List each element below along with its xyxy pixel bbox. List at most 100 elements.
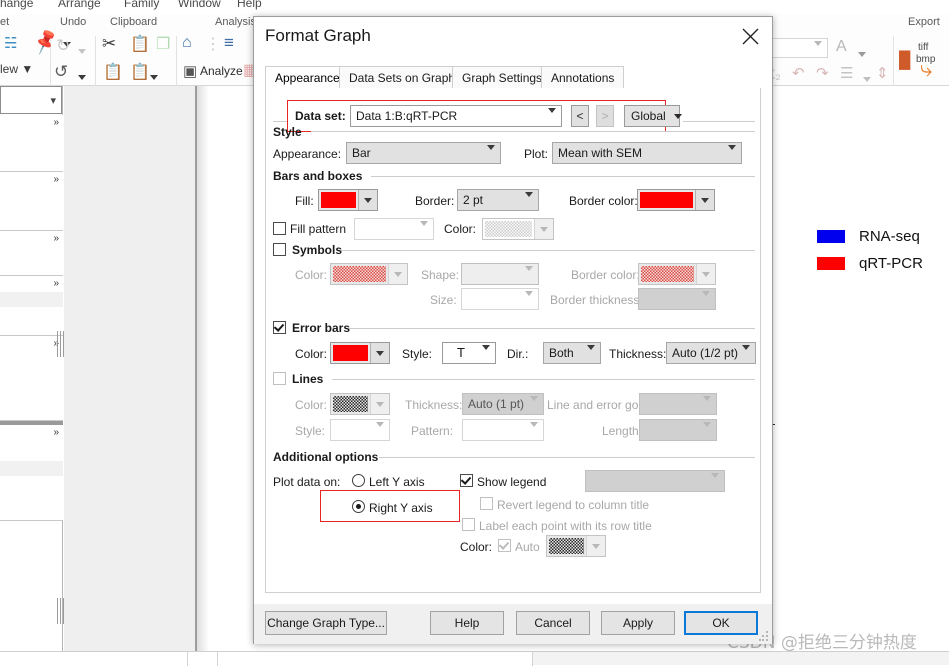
expand-chevron-icon[interactable]: » bbox=[53, 233, 59, 244]
error-bars-style-combo[interactable]: T bbox=[442, 342, 496, 364]
interpolate-icon[interactable]: ⌂ bbox=[182, 34, 192, 52]
error-bars-checkbox[interactable] bbox=[273, 321, 286, 334]
auto-color-button[interactable] bbox=[546, 535, 606, 557]
fill-pattern-checkbox[interactable] bbox=[273, 222, 286, 235]
error-bars-color-button[interactable] bbox=[330, 342, 390, 364]
cut-icon[interactable]: ✂ bbox=[102, 34, 116, 54]
paste-icon[interactable]: 📋 bbox=[103, 62, 123, 82]
lines-thickness-combo[interactable]: Auto (1 pt) bbox=[462, 393, 544, 415]
tab-annotations[interactable]: Annotations bbox=[541, 66, 625, 88]
change-graph-type-button[interactable]: Change Graph Type... bbox=[265, 611, 387, 635]
border-width-combo[interactable]: 2 pt bbox=[457, 189, 539, 211]
navigator-section-data-tables[interactable]: » bbox=[0, 115, 63, 172]
paste-special-icon[interactable]: 📋 bbox=[130, 62, 150, 82]
undo-icon[interactable]: ↺ bbox=[54, 62, 68, 82]
symbols-size-combo[interactable] bbox=[461, 288, 539, 310]
navigator-section-results[interactable]: » bbox=[0, 231, 63, 276]
navigator-selected-row[interactable] bbox=[0, 461, 63, 476]
cancel-button[interactable]: Cancel bbox=[516, 611, 590, 635]
lines-style-combo[interactable] bbox=[330, 419, 390, 441]
export-arrow-icon[interactable]: ⤷ bbox=[920, 56, 932, 82]
symbols-border-color-button[interactable] bbox=[638, 263, 716, 285]
legend-item[interactable]: qRT-PCR bbox=[817, 255, 923, 272]
dataset-next-button[interactable]: > bbox=[596, 105, 614, 127]
menu-item-arrange[interactable]: Arrange bbox=[58, 0, 101, 10]
lines-pattern-combo[interactable] bbox=[462, 419, 544, 441]
ok-button[interactable]: OK bbox=[684, 611, 758, 635]
symbols-color-button[interactable] bbox=[330, 263, 408, 285]
lines-color-button[interactable] bbox=[330, 393, 390, 415]
legend-item[interactable]: RNA-seq bbox=[817, 228, 923, 245]
error-bars-dir-combo[interactable]: Both bbox=[543, 342, 601, 364]
expand-chevron-icon[interactable]: » bbox=[53, 117, 59, 128]
font-color-icon[interactable]: A bbox=[836, 38, 847, 56]
lines-checkbox[interactable] bbox=[273, 372, 286, 385]
show-legend-checkbox[interactable] bbox=[460, 474, 473, 487]
expand-chevron-icon[interactable]: » bbox=[53, 427, 59, 438]
navigator-section-graphs[interactable]: » bbox=[0, 276, 63, 336]
expand-chevron-icon[interactable]: » bbox=[53, 174, 59, 185]
export-chart-icon[interactable]: █ bbox=[899, 52, 910, 70]
menu-item-family[interactable]: Family bbox=[124, 0, 159, 10]
navigator-selected-row[interactable] bbox=[0, 292, 63, 307]
left-y-axis-radio[interactable] bbox=[352, 474, 365, 487]
menu-item-change[interactable]: hange bbox=[0, 0, 33, 10]
symbols-shape-combo[interactable] bbox=[461, 263, 539, 285]
dataset-prev-button[interactable]: < bbox=[571, 105, 589, 127]
help-button[interactable]: Help bbox=[430, 611, 504, 635]
dataset-combo[interactable]: Data 1:B:qRT-PCR bbox=[350, 105, 562, 127]
tab-graph-settings[interactable]: Graph Settings bbox=[452, 66, 553, 88]
apply-button[interactable]: Apply bbox=[601, 611, 675, 635]
navigator-section-info[interactable]: » bbox=[0, 172, 63, 231]
graph-legend[interactable]: RNA-seq qRT-PCR bbox=[817, 228, 923, 282]
chevron-down-icon[interactable] bbox=[388, 264, 407, 284]
new-dropdown-label[interactable]: lew ▼ bbox=[0, 62, 33, 76]
dialog-title: Format Graph bbox=[265, 26, 371, 45]
legend-style-combo[interactable] bbox=[585, 470, 725, 492]
chevron-down-icon[interactable] bbox=[534, 219, 553, 239]
dialog-resize-grip[interactable] bbox=[759, 631, 769, 641]
close-icon[interactable] bbox=[728, 17, 772, 55]
font-color-chevron-icon[interactable] bbox=[858, 46, 866, 60]
error-bars-thickness-combo[interactable]: Auto (1/2 pt) bbox=[666, 342, 756, 364]
expand-chevron-icon[interactable]: » bbox=[53, 278, 59, 289]
menu-item-help[interactable]: Help bbox=[237, 0, 262, 10]
appearance-combo[interactable]: Bar bbox=[346, 142, 501, 164]
tab-data-sets-on-graph[interactable]: Data Sets on Graph bbox=[339, 66, 466, 88]
tab-appearance[interactable]: Appearance bbox=[265, 66, 350, 88]
analyze-button-label[interactable]: Analyze bbox=[200, 64, 243, 78]
dataset-scope-button[interactable]: Global bbox=[624, 105, 682, 127]
menu-item-window[interactable]: Window bbox=[178, 0, 221, 10]
paste-dropdown-chevron-icon[interactable] bbox=[150, 69, 158, 83]
border-color-button[interactable] bbox=[637, 189, 715, 211]
symbols-checkbox[interactable] bbox=[273, 243, 286, 256]
font-size-combo[interactable] bbox=[766, 38, 828, 60]
navigator-section-active[interactable]: » bbox=[0, 421, 63, 521]
line-and-error-go-combo[interactable] bbox=[639, 393, 717, 415]
sum-analysis-icon[interactable]: ≡ bbox=[224, 33, 234, 53]
chevron-down-icon[interactable] bbox=[696, 264, 715, 284]
lines-length-combo[interactable] bbox=[639, 419, 717, 441]
chevron-down-icon[interactable] bbox=[370, 343, 389, 363]
symbols-border-thickness-combo[interactable] bbox=[638, 288, 716, 310]
navigator-section-layouts[interactable]: » bbox=[0, 336, 63, 421]
dialog-title-bar[interactable]: Format Graph bbox=[254, 17, 772, 57]
copy-icon[interactable]: 📋 bbox=[130, 34, 150, 54]
chevron-down-icon[interactable] bbox=[586, 536, 605, 556]
undo-dropdown-chevron-icon[interactable] bbox=[78, 69, 86, 83]
auto-color-checkbox[interactable] bbox=[498, 539, 511, 552]
chevron-down-icon[interactable] bbox=[695, 190, 714, 210]
new-sheet-icon[interactable]: ☵ bbox=[4, 34, 17, 52]
revert-legend-checkbox[interactable] bbox=[480, 497, 493, 510]
analyze-icon[interactable]: ▣ bbox=[183, 62, 197, 80]
fill-color-button[interactable] bbox=[318, 189, 378, 211]
navigator-search-combo[interactable]: ▾ bbox=[0, 86, 62, 114]
chevron-down-icon[interactable] bbox=[370, 394, 389, 414]
plot-combo[interactable]: Mean with SEM bbox=[552, 142, 742, 164]
right-y-axis-radio[interactable] bbox=[352, 500, 365, 513]
format-graph-dialog[interactable]: Format Graph Appearance Data Sets on Gra… bbox=[253, 16, 773, 644]
chevron-down-icon[interactable] bbox=[358, 190, 377, 210]
pattern-color-button[interactable] bbox=[482, 218, 554, 240]
label-each-point-checkbox[interactable] bbox=[462, 518, 475, 531]
fill-pattern-combo[interactable] bbox=[354, 218, 434, 240]
